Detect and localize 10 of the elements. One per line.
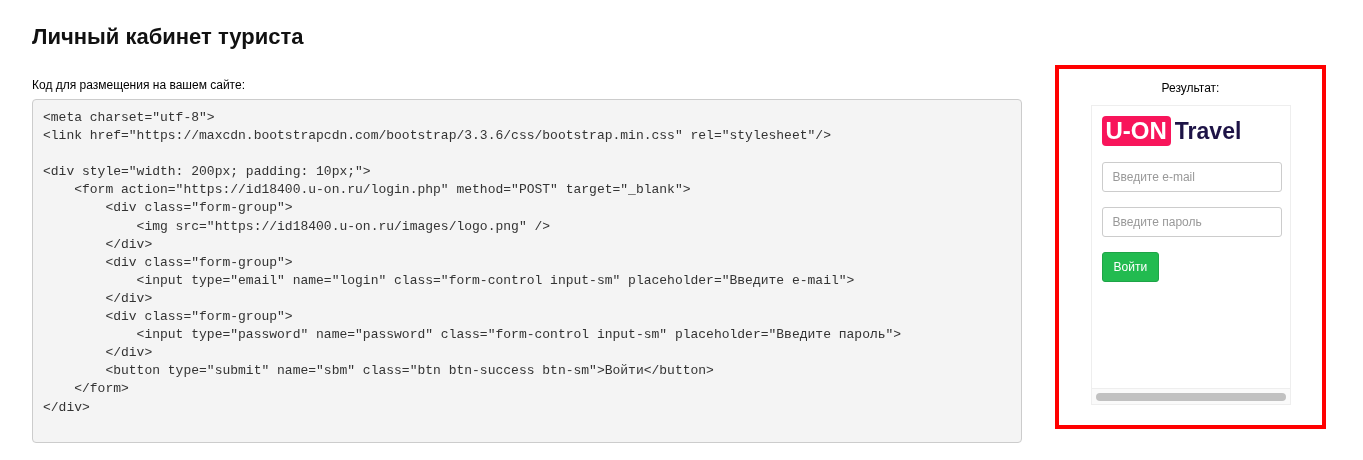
section-label: Код для размещения на вашем сайте:: [32, 78, 246, 92]
logo-text: Travel: [1174, 117, 1242, 146]
input-field[interactable]: Введите e-mail: [1101, 162, 1282, 192]
logo-badge: U-ON: [1101, 116, 1171, 146]
scrollbar[interactable]: [1095, 392, 1286, 401]
page-title: Личный кабинет туриста: [32, 23, 305, 51]
input-field[interactable]: Введите пароль: [1101, 207, 1282, 237]
login-button[interactable]: Войти: [1101, 252, 1160, 282]
result-label: Результат:: [1161, 81, 1220, 95]
code-block: <meta charset="utf-8"> <link href="https://maxcdn.bootstrapcdn.com/bootstrap/3.3.6/css/bootstrap.min.css" rel="stylesheet"/> <div style="width: 200px; padding: 10px;"> <form action="https://id18400.u-on.ru/login.php" method="POST" target="_blank"> <div class="form-group"> <img src="https://id18400.u-on.ru/images/logo.png" /> </div> <div class="form-group"> <input type="email" name="login" class="form-control input-sm" placeholder="Введите e-mail"> </div> <div class="form-group"> <input type="password" name="password" class="form-control input-sm" placeholder="Введите пароль"> </div> <button type="submit" name="sbm" class="btn btn-success btn-sm">Войти</button> </form> </div>: [32, 99, 1022, 443]
